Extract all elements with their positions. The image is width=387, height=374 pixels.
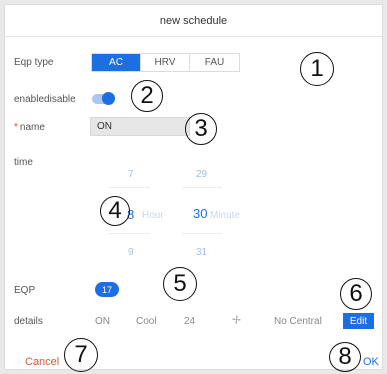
minute-below: 31 xyxy=(196,247,208,258)
enable-toggle[interactable] xyxy=(92,92,115,105)
details-central: No Central xyxy=(274,316,322,327)
edit-button[interactable]: Edit xyxy=(343,313,374,329)
eqp-type-segmented-control: AC HRV FAU xyxy=(91,53,240,72)
callout-1: 1 xyxy=(300,52,334,86)
dialog-title-bar: new schedule xyxy=(5,5,382,37)
callout-5: 5 xyxy=(163,267,197,301)
time-label: time xyxy=(14,157,33,168)
details-power: ON xyxy=(95,316,110,327)
callout-8: 8 xyxy=(329,342,361,372)
eqp-count-badge[interactable]: 17 xyxy=(95,282,119,297)
name-label: * name xyxy=(14,122,45,133)
required-asterisk: * xyxy=(14,122,18,133)
callout-2: 2 xyxy=(131,80,163,112)
eqp-label: EQP xyxy=(14,285,36,296)
eqp-type-option-ac[interactable]: AC xyxy=(92,54,141,71)
dialog-title: new schedule xyxy=(159,14,228,27)
callout-4: 4 xyxy=(100,196,130,226)
cancel-button[interactable]: Cancel xyxy=(25,356,59,368)
callout-7: 7 xyxy=(64,338,98,372)
callout-6: 6 xyxy=(340,278,372,310)
name-input-value: ON xyxy=(97,121,112,132)
hour-above: 7 xyxy=(128,169,134,180)
hour-upper-divider xyxy=(108,187,150,188)
callout-3: 3 xyxy=(185,113,217,145)
minute-unit: Minute xyxy=(210,210,241,221)
minute-lower-divider xyxy=(182,233,222,234)
minute-selected: 30 xyxy=(193,206,208,221)
hour-lower-divider xyxy=(108,233,150,234)
details-label: details xyxy=(14,316,43,327)
name-label-text: name xyxy=(19,122,45,133)
eqp-type-label: Eqp type xyxy=(14,57,54,68)
enable-disable-label: enabledisable xyxy=(14,94,76,105)
toggle-knob xyxy=(102,92,115,105)
hour-below: 9 xyxy=(128,247,134,258)
details-temperature: 24 xyxy=(184,316,196,327)
eqp-type-option-fau[interactable]: FAU xyxy=(190,54,239,71)
hour-unit: Hour xyxy=(142,210,164,221)
fan-icon xyxy=(232,315,241,324)
ok-button[interactable]: OK xyxy=(363,356,379,368)
name-input[interactable]: ON xyxy=(90,117,190,136)
details-mode: Cool xyxy=(136,316,157,327)
minute-upper-divider xyxy=(182,187,222,188)
eqp-type-option-hrv[interactable]: HRV xyxy=(141,54,190,71)
minute-above: 29 xyxy=(196,169,208,180)
